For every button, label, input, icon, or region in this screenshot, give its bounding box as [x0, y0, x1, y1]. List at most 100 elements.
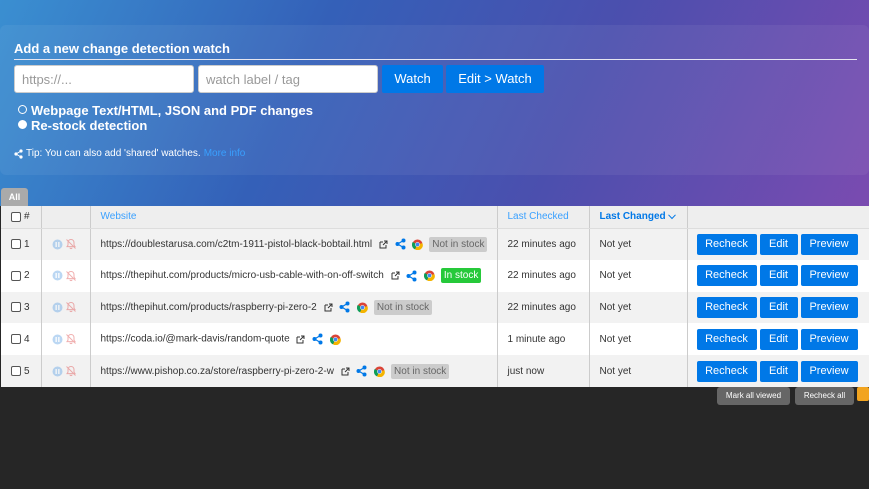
share-icon[interactable]: [356, 365, 367, 377]
row-checkbox[interactable]: [11, 334, 21, 345]
row-checkbox[interactable]: [11, 239, 21, 249]
table-row: 1 https://doublestarusa.com/c2tm-1911-pi…: [1, 228, 869, 260]
tab-all[interactable]: All: [1, 188, 28, 206]
share-icon: [14, 148, 23, 159]
watch-url-link[interactable]: https://coda.io/@mark-davis/random-quote: [101, 334, 290, 345]
tip-text: Tip: You can also add 'shared' watches.: [26, 148, 201, 159]
edit-button[interactable]: Edit: [759, 233, 798, 255]
table-row: 5 https://www.pishop.co.za/store/raspber…: [1, 355, 869, 387]
external-link-icon[interactable]: [391, 271, 400, 280]
row-last-checked: 22 minutes ago: [497, 291, 590, 324]
row-icons-cell: [41, 291, 91, 324]
edit-button[interactable]: Edit: [759, 360, 798, 382]
header-last-checked[interactable]: Last Checked: [497, 206, 590, 229]
row-checkbox[interactable]: [11, 270, 21, 281]
external-link-icon[interactable]: [324, 303, 333, 312]
rss-icon[interactable]: [857, 387, 869, 401]
external-link-icon[interactable]: [296, 335, 305, 344]
preview-button[interactable]: Preview: [800, 360, 858, 382]
preview-button[interactable]: Preview: [800, 233, 858, 255]
header-select-all[interactable]: #: [1, 206, 42, 229]
edit-button[interactable]: Edit: [759, 265, 798, 287]
pause-icon[interactable]: [52, 302, 63, 313]
mark-all-viewed-button[interactable]: Mark all viewed: [717, 387, 790, 405]
edit-button[interactable]: Edit: [759, 328, 798, 350]
row-select-cell: 5: [1, 355, 42, 387]
radio-button[interactable]: [18, 119, 27, 129]
watch-table: # Website Last Checked Last Changed 1 ht…: [1, 206, 869, 387]
edit-button[interactable]: Edit: [759, 296, 798, 318]
share-icon[interactable]: [406, 270, 417, 282]
select-all-checkbox[interactable]: [11, 211, 21, 222]
watch-url-link[interactable]: https://thepihut.com/products/raspberry-…: [101, 302, 317, 313]
pause-icon[interactable]: [52, 334, 63, 345]
row-actions-cell: Recheck Edit Preview: [687, 323, 869, 356]
pause-icon[interactable]: [52, 366, 63, 377]
form-divider: [14, 59, 857, 60]
recheck-button[interactable]: Recheck: [696, 360, 757, 382]
form-title: Add a new change detection watch: [14, 41, 230, 56]
more-info-link[interactable]: More info: [204, 148, 246, 159]
row-last-changed: Not yet: [589, 228, 688, 260]
recheck-button[interactable]: Recheck: [696, 265, 757, 287]
stock-status-badge: Not in stock: [391, 363, 450, 379]
radio-button[interactable]: [18, 104, 27, 114]
recheck-all-button[interactable]: Recheck all: [795, 387, 854, 405]
header-website[interactable]: Website: [90, 206, 498, 229]
external-link-icon[interactable]: [379, 240, 388, 249]
pause-icon[interactable]: [52, 270, 63, 281]
row-website-cell: https://coda.io/@mark-davis/random-quote: [90, 323, 498, 356]
external-link-icon[interactable]: [341, 367, 350, 376]
row-select-cell: 4: [1, 323, 42, 356]
row-checkbox[interactable]: [11, 365, 21, 376]
row-number: 2: [24, 270, 30, 282]
edit-watch-button[interactable]: Edit > Watch: [446, 65, 544, 93]
preview-button[interactable]: Preview: [800, 296, 858, 318]
row-last-changed: Not yet: [589, 323, 688, 356]
mute-bell-icon[interactable]: [65, 270, 77, 282]
preview-button[interactable]: Preview: [800, 328, 858, 350]
recheck-button[interactable]: Recheck: [696, 233, 757, 255]
header-last-changed[interactable]: Last Changed: [589, 206, 688, 229]
watch-url-link[interactable]: https://www.pishop.co.za/store/raspberry…: [101, 366, 334, 377]
stock-status-badge: Not in stock: [373, 299, 433, 315]
watch-url-link[interactable]: https://doublestarusa.com/c2tm-1911-pist…: [101, 239, 373, 250]
preview-button[interactable]: Preview: [800, 265, 858, 287]
url-input[interactable]: [14, 65, 194, 93]
row-website-cell: https://thepihut.com/products/raspberry-…: [90, 291, 498, 324]
table-row: 2 https://thepihut.com/products/micro-us…: [1, 259, 869, 292]
row-number: 1: [24, 238, 30, 250]
row-number: 3: [24, 301, 30, 313]
header-icons: [41, 206, 91, 229]
row-icons-cell: [41, 355, 91, 387]
watch-button[interactable]: Watch: [382, 65, 443, 93]
recheck-button[interactable]: Recheck: [696, 328, 757, 350]
chrome-icon: [357, 302, 368, 313]
pause-icon[interactable]: [52, 239, 63, 250]
row-actions-cell: Recheck Edit Preview: [687, 291, 869, 324]
row-last-changed: Not yet: [589, 355, 688, 387]
row-select-cell: 1: [1, 228, 42, 260]
row-select-cell: 2: [1, 259, 42, 292]
radio-option-text-html[interactable]: Webpage Text/HTML, JSON and PDF changes: [18, 103, 313, 118]
row-icons-cell: [41, 228, 91, 260]
row-actions-cell: Recheck Edit Preview: [687, 259, 869, 292]
tip-line: Tip: You can also add 'shared' watches. …: [14, 148, 245, 159]
share-icon[interactable]: [312, 333, 323, 345]
row-number: 5: [24, 365, 30, 377]
table-row: 4 https://coda.io/@mark-davis/random-quo…: [1, 323, 869, 356]
header-actions: [687, 206, 869, 229]
stock-status-badge: Not in stock: [429, 236, 488, 252]
recheck-button[interactable]: Recheck: [696, 296, 757, 318]
mute-bell-icon[interactable]: [65, 238, 77, 250]
mute-bell-icon[interactable]: [65, 301, 77, 313]
watch-url-link[interactable]: https://thepihut.com/products/micro-usb-…: [101, 270, 384, 281]
tag-input[interactable]: [198, 65, 378, 93]
share-icon[interactable]: [395, 238, 406, 250]
radio-label: Re-stock detection: [31, 118, 148, 133]
row-checkbox[interactable]: [11, 302, 21, 313]
mute-bell-icon[interactable]: [65, 365, 77, 377]
share-icon[interactable]: [339, 301, 350, 313]
radio-option-restock[interactable]: Re-stock detection: [18, 118, 147, 133]
mute-bell-icon[interactable]: [65, 333, 77, 345]
